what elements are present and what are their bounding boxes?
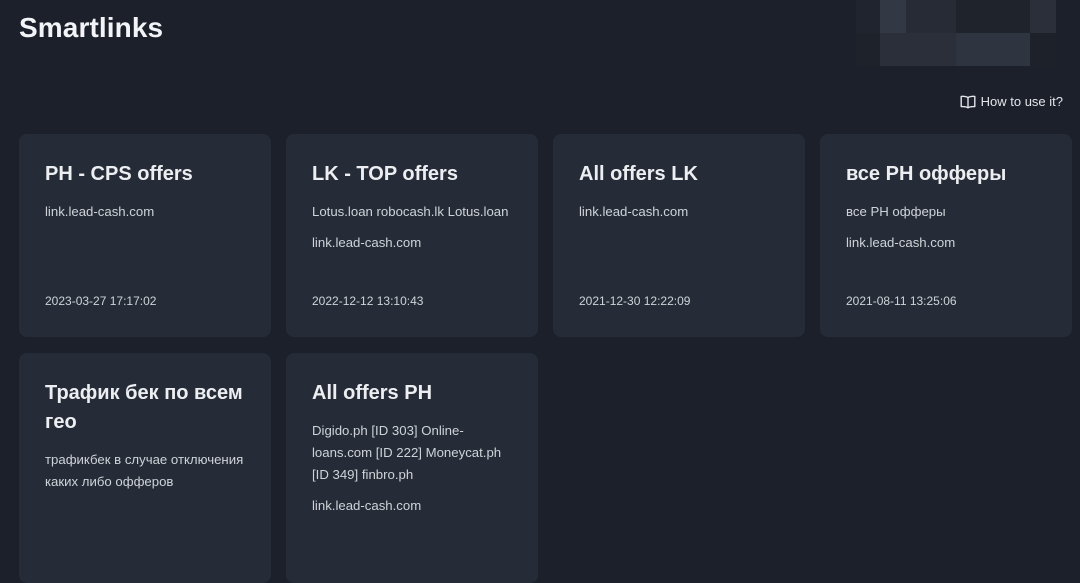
smartlink-card[interactable]: PH - CPS offers link.lead-cash.com 2023-… [19,134,271,337]
how-to-use-link[interactable]: How to use it? [960,94,1063,109]
card-description: трафикбек в случае отключения каких либо… [45,452,244,489]
smartlink-card[interactable]: All offers LK link.lead-cash.com 2021-12… [553,134,805,337]
smartlink-card[interactable]: LK - TOP offers Lotus.loan robocash.lk L… [286,134,538,337]
card-date: 2021-12-30 12:22:09 [579,294,691,308]
card-date: 2023-03-27 17:17:02 [45,294,157,308]
card-description: Lotus.loan robocash.lk Lotus.loan [312,204,509,219]
smartlink-card[interactable]: Трафик бек по всем гео трафикбек в случа… [19,353,271,583]
avatar[interactable] [856,0,1056,66]
card-link: link.lead-cash.com [45,204,155,219]
card-link: link.lead-cash.com [846,235,956,250]
how-to-use-label: How to use it? [980,94,1063,109]
card-date: 2022-12-12 13:10:43 [312,294,424,308]
smartlink-card[interactable]: все PH офферы все PH офферы link.lead-ca… [820,134,1072,337]
card-title: все PH офферы [846,163,1007,185]
card-link: link.lead-cash.com [579,204,689,219]
page-title: Smartlinks [19,12,164,43]
smartlinks-grid: PH - CPS offers link.lead-cash.com 2023-… [19,134,1072,583]
card-title: LK - TOP offers [312,163,458,185]
card-title: Трафик бек по всем гео [45,382,243,433]
card-description: все PH офферы [846,204,946,219]
card-title: All offers PH [312,382,433,404]
card-title: All offers LK [579,163,698,185]
card-description: Digido.ph [ID 303] Online-loans.com [ID … [312,423,502,482]
card-link: link.lead-cash.com [312,235,422,250]
card-link: link.lead-cash.com [312,498,422,513]
book-open-icon [960,95,976,109]
smartlink-card[interactable]: All offers PH Digido.ph [ID 303] Online-… [286,353,538,583]
card-title: PH - CPS offers [45,163,193,185]
card-date: 2021-08-11 13:25:06 [846,294,957,308]
